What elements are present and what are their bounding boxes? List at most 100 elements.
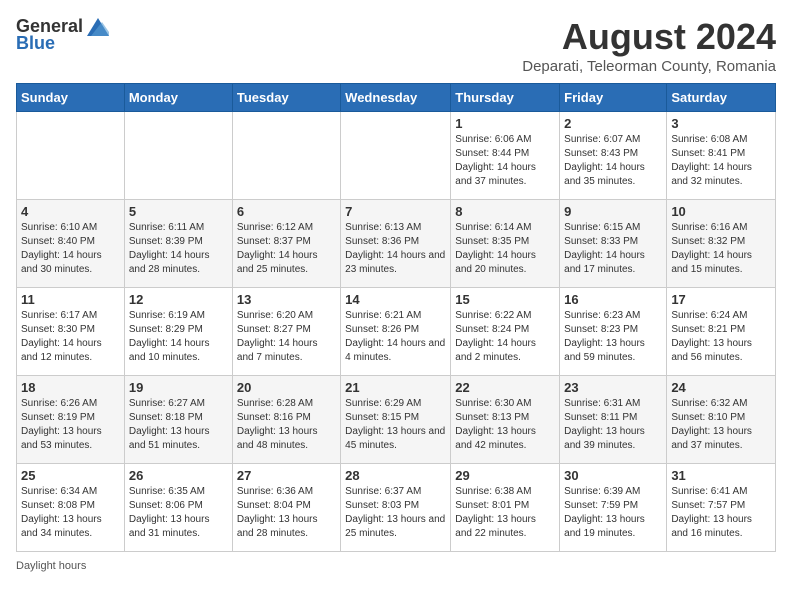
day-number: 18	[21, 380, 120, 395]
calendar-cell: 18 Sunrise: 6:26 AM Sunset: 8:19 PM Dayli…	[17, 376, 125, 464]
day-info: Sunrise: 6:23 AM Sunset: 8:23 PM Dayligh…	[564, 309, 662, 365]
calendar-cell: 11Sunrise: 6:17 AM Sunset: 8:30 PM Dayli…	[17, 288, 125, 376]
day-number: 8	[455, 204, 555, 219]
day-number: 22	[455, 380, 555, 395]
day-number: 7	[345, 204, 446, 219]
day-number: 31	[671, 468, 771, 483]
day-info: Sunrise: 6:21 AM Sunset: 8:26 PM Dayligh…	[345, 309, 446, 365]
day-info: Sunrise: 6:16 AM Sunset: 8:32 PM Dayligh…	[671, 221, 771, 277]
day-info: Sunrise: 6:34 AM Sunset: 8:08 PM Dayligh…	[21, 485, 120, 541]
calendar-cell: 30 Sunrise: 6:39 AM Sunset: 7:59 PM Dayli…	[560, 464, 667, 552]
calendar-cell: 4 Sunrise: 6:10 AM Sunset: 8:40 PM Daylig…	[17, 200, 125, 288]
logo-blue-text: Blue	[16, 33, 55, 54]
calendar-cell: 25Sunrise: 6:34 AM Sunset: 8:08 PM Dayli…	[17, 464, 125, 552]
day-info: Sunrise: 6:14 AM Sunset: 8:35 PM Dayligh…	[455, 221, 555, 277]
calendar-cell: 5 Sunrise: 6:11 AM Sunset: 8:39 PM Daylig…	[124, 200, 232, 288]
day-info: Sunrise: 6:08 AM Sunset: 8:41 PM Dayligh…	[671, 133, 771, 189]
calendar-week-row: 18 Sunrise: 6:26 AM Sunset: 8:19 PM Dayli…	[17, 376, 776, 464]
day-info: Sunrise: 6:37 AM Sunset: 8:03 PM Dayligh…	[345, 485, 446, 541]
day-info: Sunrise: 6:30 AM Sunset: 8:13 PM Dayligh…	[455, 397, 555, 453]
day-number: 16	[564, 292, 662, 307]
day-number: 24	[671, 380, 771, 395]
calendar-cell: 19Sunrise: 6:27 AM Sunset: 8:18 PM Dayli…	[124, 376, 232, 464]
calendar-week-row: 25Sunrise: 6:34 AM Sunset: 8:08 PM Dayli…	[17, 464, 776, 552]
calendar-table: SundayMondayTuesdayWednesdayThursdayFrid…	[16, 83, 776, 552]
day-info: Sunrise: 6:12 AM Sunset: 8:37 PM Dayligh…	[237, 221, 336, 277]
calendar-cell: 6 Sunrise: 6:12 AM Sunset: 8:37 PM Daylig…	[232, 200, 340, 288]
day-number: 17	[671, 292, 771, 307]
calendar-cell	[124, 112, 232, 200]
calendar-cell: 14 Sunrise: 6:21 AM Sunset: 8:26 PM Dayli…	[341, 288, 451, 376]
day-number: 26	[129, 468, 228, 483]
calendar-week-row: 11Sunrise: 6:17 AM Sunset: 8:30 PM Dayli…	[17, 288, 776, 376]
day-info: Sunrise: 6:39 AM Sunset: 7:59 PM Dayligh…	[564, 485, 662, 541]
calendar-cell: 24 Sunrise: 6:32 AM Sunset: 8:10 PM Dayli…	[667, 376, 776, 464]
calendar-header-wednesday: Wednesday	[341, 84, 451, 112]
day-number: 5	[129, 204, 228, 219]
logo-icon	[87, 18, 109, 36]
calendar-cell: 17 Sunrise: 6:24 AM Sunset: 8:21 PM Dayli…	[667, 288, 776, 376]
day-number: 15	[455, 292, 555, 307]
day-number: 1	[455, 116, 555, 131]
calendar-cell: 31 Sunrise: 6:41 AM Sunset: 7:57 PM Dayli…	[667, 464, 776, 552]
calendar-cell: 12Sunrise: 6:19 AM Sunset: 8:29 PM Dayli…	[124, 288, 232, 376]
calendar-cell: 21 Sunrise: 6:29 AM Sunset: 8:15 PM Dayli…	[341, 376, 451, 464]
day-info: Sunrise: 6:35 AM Sunset: 8:06 PM Dayligh…	[129, 485, 228, 541]
day-number: 9	[564, 204, 662, 219]
day-info: Sunrise: 6:15 AM Sunset: 8:33 PM Dayligh…	[564, 221, 662, 277]
day-number: 13	[237, 292, 336, 307]
day-info: Sunrise: 6:07 AM Sunset: 8:43 PM Dayligh…	[564, 133, 662, 189]
day-info: Sunrise: 6:17 AM Sunset: 8:30 PM Dayligh…	[21, 309, 120, 365]
day-info: Sunrise: 6:24 AM Sunset: 8:21 PM Dayligh…	[671, 309, 771, 365]
day-info: Sunrise: 6:36 AM Sunset: 8:04 PM Dayligh…	[237, 485, 336, 541]
day-info: Sunrise: 6:41 AM Sunset: 7:57 PM Dayligh…	[671, 485, 771, 541]
day-info: Sunrise: 6:28 AM Sunset: 8:16 PM Dayligh…	[237, 397, 336, 453]
location-subtitle: Deparati, Teleorman County, Romania	[522, 58, 776, 75]
day-info: Sunrise: 6:11 AM Sunset: 8:39 PM Dayligh…	[129, 221, 228, 277]
day-info: Sunrise: 6:32 AM Sunset: 8:10 PM Dayligh…	[671, 397, 771, 453]
day-number: 27	[237, 468, 336, 483]
calendar-header-row: SundayMondayTuesdayWednesdayThursdayFrid…	[17, 84, 776, 112]
logo: General Blue	[16, 16, 109, 54]
day-number: 14	[345, 292, 446, 307]
day-number: 20	[237, 380, 336, 395]
calendar-cell: 23Sunrise: 6:31 AM Sunset: 8:11 PM Dayli…	[560, 376, 667, 464]
day-info: Sunrise: 6:29 AM Sunset: 8:15 PM Dayligh…	[345, 397, 446, 453]
calendar-cell: 1Sunrise: 6:06 AM Sunset: 8:44 PM Daylig…	[451, 112, 560, 200]
day-number: 6	[237, 204, 336, 219]
day-number: 29	[455, 468, 555, 483]
day-info: Sunrise: 6:27 AM Sunset: 8:18 PM Dayligh…	[129, 397, 228, 453]
day-number: 21	[345, 380, 446, 395]
day-info: Sunrise: 6:31 AM Sunset: 8:11 PM Dayligh…	[564, 397, 662, 453]
daylight-label: Daylight hours	[16, 560, 86, 572]
calendar-cell: 9 Sunrise: 6:15 AM Sunset: 8:33 PM Daylig…	[560, 200, 667, 288]
day-number: 10	[671, 204, 771, 219]
day-info: Sunrise: 6:13 AM Sunset: 8:36 PM Dayligh…	[345, 221, 446, 277]
day-number: 12	[129, 292, 228, 307]
calendar-cell: 2Sunrise: 6:07 AM Sunset: 8:43 PM Daylig…	[560, 112, 667, 200]
calendar-header-monday: Monday	[124, 84, 232, 112]
day-info: Sunrise: 6:38 AM Sunset: 8:01 PM Dayligh…	[455, 485, 555, 541]
calendar-cell: 8 Sunrise: 6:14 AM Sunset: 8:35 PM Daylig…	[451, 200, 560, 288]
calendar-cell	[232, 112, 340, 200]
day-number: 30	[564, 468, 662, 483]
day-info: Sunrise: 6:10 AM Sunset: 8:40 PM Dayligh…	[21, 221, 120, 277]
day-info: Sunrise: 6:26 AM Sunset: 8:19 PM Dayligh…	[21, 397, 120, 453]
calendar-cell: 15 Sunrise: 6:22 AM Sunset: 8:24 PM Dayli…	[451, 288, 560, 376]
calendar-cell	[341, 112, 451, 200]
calendar-cell: 3Sunrise: 6:08 AM Sunset: 8:41 PM Daylig…	[667, 112, 776, 200]
day-info: Sunrise: 6:22 AM Sunset: 8:24 PM Dayligh…	[455, 309, 555, 365]
calendar-week-row: 1Sunrise: 6:06 AM Sunset: 8:44 PM Daylig…	[17, 112, 776, 200]
calendar-cell	[17, 112, 125, 200]
calendar-cell: 10 Sunrise: 6:16 AM Sunset: 8:32 PM Dayli…	[667, 200, 776, 288]
calendar-header-thursday: Thursday	[451, 84, 560, 112]
calendar-header-friday: Friday	[560, 84, 667, 112]
day-number: 4	[21, 204, 120, 219]
header: General Blue August 2024 Deparati, Teleo…	[16, 16, 776, 75]
calendar-week-row: 4 Sunrise: 6:10 AM Sunset: 8:40 PM Daylig…	[17, 200, 776, 288]
calendar-cell: 20 Sunrise: 6:28 AM Sunset: 8:16 PM Dayli…	[232, 376, 340, 464]
day-number: 28	[345, 468, 446, 483]
calendar-cell: 13Sunrise: 6:20 AM Sunset: 8:27 PM Dayli…	[232, 288, 340, 376]
calendar-cell: 27 Sunrise: 6:36 AM Sunset: 8:04 PM Dayli…	[232, 464, 340, 552]
title-area: August 2024 Deparati, Teleorman County, …	[522, 16, 776, 75]
